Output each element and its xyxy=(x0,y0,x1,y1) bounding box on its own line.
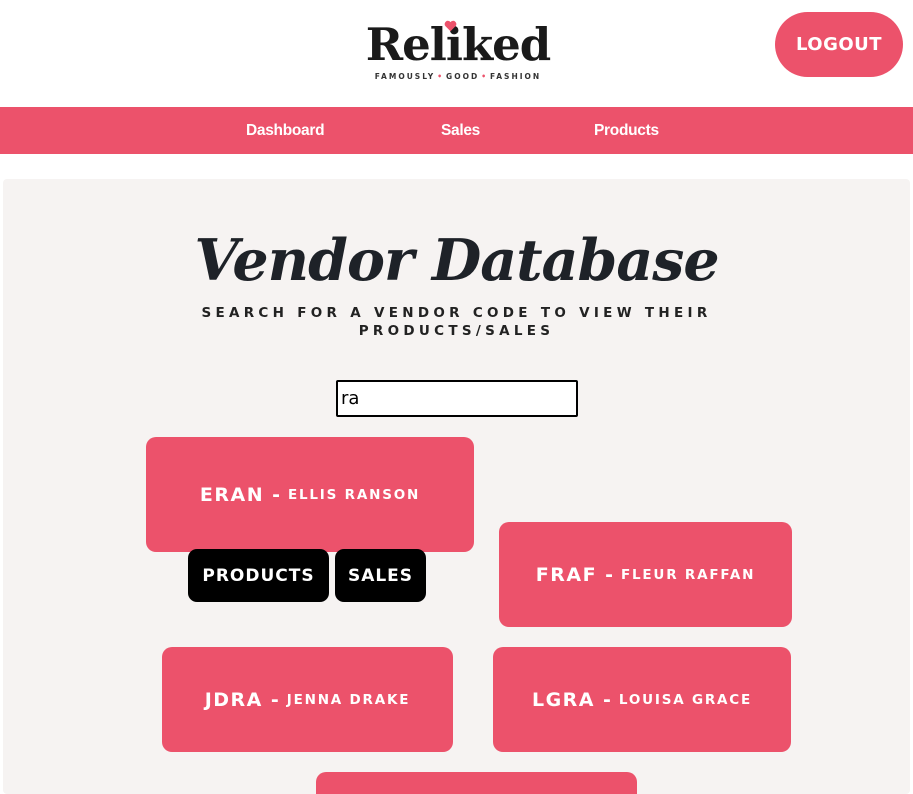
vendor-name: Louisa Grace xyxy=(618,691,753,708)
logo-wordmark: Reliked xyxy=(365,18,552,71)
subtitle-line-2: PRODUCTS/SALES xyxy=(358,323,555,339)
vendor-code: LGRA xyxy=(531,688,596,711)
reliked-logo[interactable]: Reliked FAMOUSLY • GOOD • FASHION xyxy=(356,18,560,84)
page-title: Vendor Database xyxy=(194,227,719,294)
logo-tagline-word: GOOD xyxy=(446,72,480,81)
subtitle-line-1: SEARCH FOR A VENDOR CODE TO VIEW THEIR xyxy=(201,305,712,321)
vendor-card-lgra[interactable]: LGRA - Louisa Grace xyxy=(493,647,791,752)
vendor-card-jdra[interactable]: JDRA - Jenna Drake xyxy=(162,647,453,752)
vendor-code: FRAF xyxy=(535,563,598,586)
vendor-card-partial[interactable] xyxy=(316,772,637,794)
vendor-separator: - xyxy=(272,483,280,506)
nav-item-products[interactable]: Products xyxy=(594,107,659,154)
vendor-separator: - xyxy=(603,688,611,711)
vendor-code: JDRA xyxy=(204,688,263,711)
logo-tagline: FAMOUSLY • GOOD • FASHION xyxy=(374,72,542,81)
vendor-name: Ellis Ranson xyxy=(287,486,421,503)
vendor-separator: - xyxy=(605,563,613,586)
vendor-search-input[interactable] xyxy=(336,380,578,417)
page-subtitle: SEARCH FOR A VENDOR CODE TO VIEW THEIR P… xyxy=(160,304,753,340)
vendor-products-button[interactable]: PRODUCTS xyxy=(188,549,329,602)
nav-item-sales[interactable]: Sales xyxy=(441,107,480,154)
vendor-name: fleur raffan xyxy=(620,566,756,583)
vendor-code: ERAN xyxy=(199,483,265,506)
logout-button[interactable]: LOGOUT xyxy=(775,12,903,77)
vendor-name: Jenna Drake xyxy=(286,691,411,708)
logo-tagline-word: FASHION xyxy=(489,72,542,81)
nav-item-dashboard[interactable]: Dashboard xyxy=(246,107,325,154)
vendor-separator: - xyxy=(270,688,279,711)
vendor-sales-button[interactable]: SALES xyxy=(335,549,426,602)
vendor-card-eran[interactable]: ERAN - Ellis Ranson xyxy=(146,437,474,552)
heart-icon xyxy=(444,20,457,32)
vendor-card-fraf[interactable]: FRAF - fleur raffan xyxy=(499,522,792,627)
logo-tagline-word: FAMOUSLY xyxy=(374,72,436,81)
main-nav: Dashboard Sales Products xyxy=(0,107,913,154)
header: Reliked FAMOUSLY • GOOD • FASHION LOGOUT xyxy=(0,0,913,107)
